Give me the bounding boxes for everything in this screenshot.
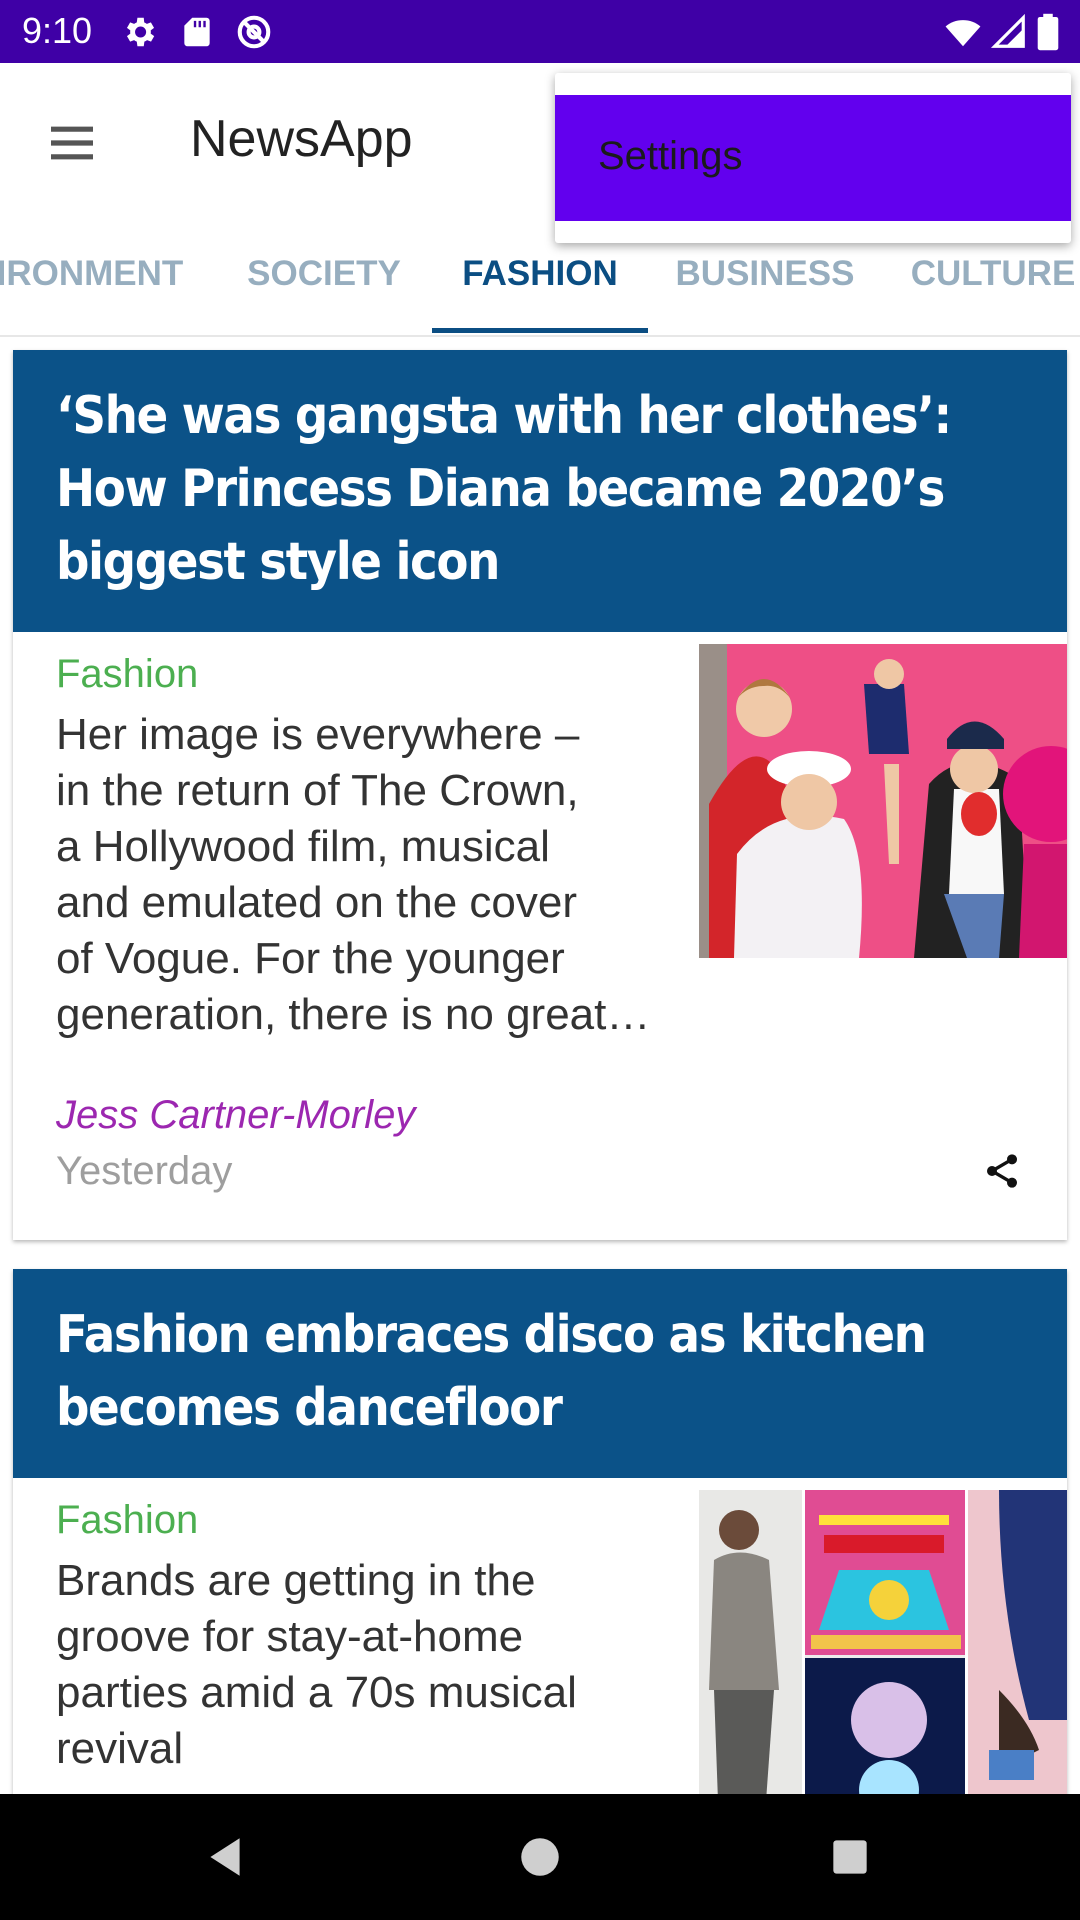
tab-environment[interactable]: ENVIRONMENT	[0, 240, 216, 335]
back-icon[interactable]	[200, 1832, 250, 1882]
status-bar: 9:10	[0, 0, 1080, 63]
article-thumbnail-image[interactable]	[699, 644, 1067, 958]
article-card[interactable]: ‘She was gangsta with her clothes’: How …	[13, 350, 1067, 1240]
card-header: Fashion embraces disco as kitchen become…	[13, 1269, 1067, 1478]
article-section: Fashion	[56, 652, 199, 696]
signal-icon	[990, 13, 1028, 51]
article-card[interactable]: Fashion embraces disco as kitchen become…	[13, 1269, 1067, 1829]
tab-fashion[interactable]: FASHION	[432, 240, 648, 335]
card-header: ‘She was gangsta with her clothes’: How …	[13, 350, 1067, 632]
hamburger-menu-icon[interactable]	[44, 115, 100, 171]
trail-line: in the return of The Crown,	[56, 766, 579, 815]
article-thumbnail-image[interactable]	[699, 1490, 1067, 1829]
trail-line: Brands are getting in the	[56, 1556, 536, 1605]
overflow-menu-popup: Settings	[555, 73, 1071, 243]
article-title-line: Fashion embraces disco as kitchen	[56, 1305, 927, 1365]
article-section: Fashion	[56, 1498, 199, 1542]
wifi-icon	[942, 13, 984, 51]
share-icon[interactable]	[982, 1151, 1022, 1191]
trail-line: generation, there is no great…	[56, 990, 651, 1039]
article-title-line: How Princess Diana became 2020’s	[56, 459, 945, 519]
app-title: NewsApp	[190, 110, 413, 168]
trail-line: and emulated on the cover	[56, 878, 578, 927]
menu-item-label: Settings	[598, 134, 743, 178]
article-title-line: biggest style icon	[56, 532, 500, 592]
article-title-line: becomes dancefloor	[56, 1378, 563, 1438]
trail-line: parties amid a 70s musical	[56, 1668, 577, 1717]
home-icon[interactable]	[515, 1832, 565, 1882]
tab-society[interactable]: SOCIETY	[216, 240, 432, 335]
article-title-line: ‘She was gangsta with her clothes’:	[56, 386, 952, 446]
tab-business[interactable]: BUSINESS	[648, 240, 882, 335]
trail-line: a Hollywood film, musical	[56, 822, 550, 871]
trail-line: of Vogue. For the younger	[56, 934, 565, 983]
at-sign-icon	[235, 13, 273, 51]
article-date: Yesterday	[56, 1149, 233, 1193]
article-byline: Jess Cartner-Morley	[56, 1093, 416, 1137]
recents-icon[interactable]	[825, 1832, 875, 1882]
category-tabs: ENVIRONMENT SOCIETY FASHION BUSINESS CUL…	[0, 240, 1080, 337]
tab-culture[interactable]: CULTURE	[893, 240, 1080, 335]
trail-line: groove for stay-at-home	[56, 1612, 524, 1661]
trail-line: revival	[56, 1724, 184, 1773]
menu-item-settings[interactable]: Settings	[555, 95, 1071, 221]
battery-icon	[1033, 13, 1063, 51]
trail-line: Her image is everywhere –	[56, 710, 580, 759]
system-nav-bar	[0, 1794, 1080, 1920]
sd-card-icon	[178, 13, 216, 51]
settings-icon	[120, 13, 158, 51]
tab-indicator	[432, 328, 648, 333]
status-time: 9:10	[22, 10, 93, 51]
